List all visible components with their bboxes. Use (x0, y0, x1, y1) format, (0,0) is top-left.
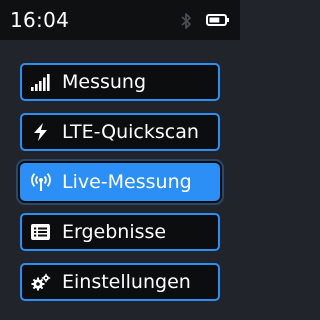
antenna-broadcast-icon (31, 173, 51, 191)
gears-icon (31, 273, 51, 291)
device-screen: 16:04 Messung LTE-Quickscan Live-Messung… (0, 0, 240, 320)
menu-item-messung[interactable]: Messung (20, 63, 220, 101)
menu-item-label: LTE-Quickscan (62, 121, 199, 143)
menu-item-label: Live-Messung (62, 171, 192, 193)
lightning-icon (34, 123, 47, 141)
menu-item-label: Einstellungen (62, 271, 191, 293)
menu-item-live-messung[interactable]: Live-Messung (20, 163, 220, 201)
menu-item-label: Messung (62, 71, 147, 93)
signal-bars-icon (31, 74, 50, 91)
menu-item-einstellungen[interactable]: Einstellungen (20, 263, 220, 301)
list-icon (31, 224, 50, 240)
menu-item-ergebnisse[interactable]: Ergebnisse (20, 213, 220, 251)
menu-item-lte-quickscan[interactable]: LTE-Quickscan (20, 113, 220, 151)
menu-item-label: Ergebnisse (62, 221, 167, 243)
main-menu: Messung LTE-Quickscan Live-Messung Ergeb… (0, 0, 240, 320)
